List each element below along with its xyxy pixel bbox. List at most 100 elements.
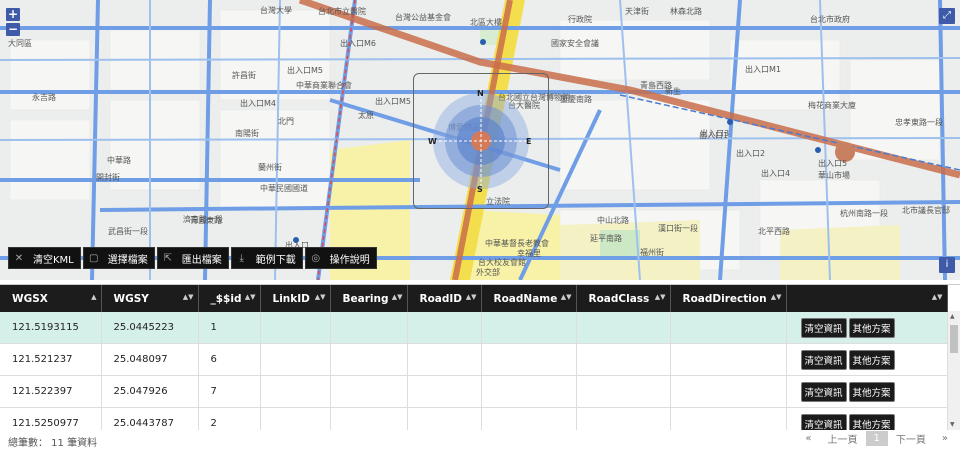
fullscreen-icon[interactable]: ⤢ [939,8,955,24]
table-cell: 25.0445223 [101,312,199,344]
data-grid: WGSX ▲ WGSY ▲▼ _$$id ▲▼ LinkID ▲▼ Bearing ▲▼ … [0,284,960,430]
map-label: 青島西路 [640,81,672,90]
map-label: 出入口1 [699,131,729,140]
sort-icon: ▲▼ [770,293,782,301]
table-row[interactable]: 121.5250977 25.0443787 2 清空資訊 其他方案 [0,407,948,430]
total-count: 總筆數： 11 筆資料 [8,438,98,449]
map-label: 梅花商業大廈 [808,101,856,110]
column-header-roadid[interactable]: RoadID ▲▼ [407,285,482,312]
table-row[interactable]: 121.5193115 25.0445223 1 清空資訊 其他方案 [0,312,948,344]
clear-info-button[interactable]: 清空資訊 [800,413,847,430]
map-label: 台北市立醫院 [318,7,366,16]
map-view[interactable]: 台灣大學 台北市立醫院 台灣公益基金會 北區大樓 出入口M6 出入口M5 出入口M4 行政院國… [0,0,960,280]
info-icon[interactable]: i [939,257,955,273]
table-row[interactable]: 121.522397 25.047926 7 清空資訊 其他方案 [0,375,948,408]
clear-info-button[interactable]: 清空資訊 [800,349,847,370]
last-page-button[interactable]: » [934,433,956,444]
sample-download-button[interactable]: ⤓ 範例下載 [230,247,303,269]
column-header-linkid[interactable]: LinkID ▲▼ [260,285,331,312]
scroll-up-icon[interactable]: ▲ [950,313,955,320]
choose-file-button[interactable]: ▢ 選擇檔案 [82,247,155,269]
table-row[interactable]: 121.521237 25.048097 6 清空資訊 其他方案 [0,343,948,376]
map-label: 中山北路 [597,216,629,225]
table-cell [576,375,671,408]
map-label: 華山市場 [818,171,850,180]
map-label: 武昌街一段 [108,227,148,236]
table-cell [330,343,408,376]
map-label: 外交部 [476,268,500,277]
help-button[interactable]: ◎ 操作說明 [304,247,377,269]
map-label: 北市議長官邸 [902,206,950,215]
table-cell: 121.5193115 [0,312,102,344]
table-cell [481,343,577,376]
column-header-id[interactable]: _$$id ▲▼ [198,285,261,312]
map-label: 中華商業聯合會 [296,81,352,90]
clear-info-button[interactable]: 清空資訊 [800,381,847,402]
other-plan-button[interactable]: 其他方案 [848,413,895,430]
table-cell [576,343,671,376]
compass-rose-icon: N S E W [428,89,533,194]
sort-icon: ▲▼ [182,293,194,301]
column-header-roaddirection[interactable]: RoadDirection ▲▼ [670,285,787,312]
table-cell [260,407,331,430]
other-plan-button[interactable]: 其他方案 [848,317,895,338]
map-label: 天津街 [625,7,649,16]
map-label: 福州街 [640,248,664,257]
prev-page-button[interactable]: 上一頁 [820,431,866,446]
scroll-down-icon[interactable]: ▼ [950,421,955,428]
scrollbar-thumb[interactable] [950,325,958,353]
folder-icon: ▢ [89,252,99,264]
close-icon: ✕ [14,252,24,264]
vertical-scrollbar[interactable]: ▲ ▼ [948,311,960,430]
map-label: 杭州南路一段 [840,209,888,218]
clear-info-button[interactable]: 清空資訊 [800,317,847,338]
table-cell: 2 [198,407,261,430]
clear-kml-button[interactable]: ✕ 清空KML [8,247,81,269]
table-cell: 121.522397 [0,375,102,408]
sort-icon: ▲▼ [314,293,326,301]
table-cell: 1 [198,312,261,344]
row-actions: 清空資訊 其他方案 [786,343,948,376]
column-header-roadclass[interactable]: RoadClass ▲▼ [576,285,671,312]
map-label: 台灣公益基金會 [395,13,451,22]
map-label: 延平南路 [590,234,622,243]
table-cell [407,343,482,376]
map-label: 許昌街 [232,71,256,80]
column-header-actions[interactable]: ▲▼ [786,285,948,312]
zoom-out-button[interactable]: − [6,23,20,36]
table-cell: 25.048097 [101,343,199,376]
column-header-wgsx[interactable]: WGSX ▲ [0,285,102,312]
data-table: WGSX ▲ WGSY ▲▼ _$$id ▲▼ LinkID ▲▼ Bearing ▲▼ … [0,285,948,430]
map-label: 幸福里 [517,249,541,258]
compass-widget[interactable]: N S E W [413,73,549,209]
sort-asc-icon: ▲ [91,293,97,301]
current-page[interactable]: 1 [865,431,888,446]
map-label: 北區大樓 [470,18,502,27]
map-label: 蘭州街 [258,163,282,172]
next-page-button[interactable]: 下一頁 [888,431,934,446]
map-label: 出入口M5 [287,66,323,75]
table-cell [576,312,671,344]
table-cell [670,407,787,430]
table-cell [407,375,482,408]
column-header-wgsy[interactable]: WGSY ▲▼ [101,285,199,312]
column-header-roadname[interactable]: RoadName ▲▼ [481,285,577,312]
map-label: 出入口5 [818,159,848,168]
map-label: 行政院 [568,15,592,24]
first-page-button[interactable]: « [797,433,819,444]
other-plan-button[interactable]: 其他方案 [848,381,895,402]
sort-icon: ▲▼ [931,293,943,301]
zoom-in-button[interactable]: + [6,8,20,21]
map-label: 台灣大學 [260,6,292,15]
table-cell [407,312,482,344]
map-toolbar: ✕ 清空KML ▢ 選擇檔案 ⇱ 匯出檔案 ⤓ 範例下載 ◎ 操作說明 [8,247,377,269]
table-cell [330,407,408,430]
export-icon: ⇱ [163,252,172,264]
table-cell: 25.0443787 [101,407,199,430]
export-file-button[interactable]: ⇱ 匯出檔案 [156,247,229,269]
column-header-bearing[interactable]: Bearing ▲▼ [330,285,408,312]
sort-icon: ▲▼ [654,293,666,301]
map-label: 大同區 [8,39,32,48]
grid-footer: 總筆數： 11 筆資料 « 上一頁 1 下一頁 » [0,429,960,450]
other-plan-button[interactable]: 其他方案 [848,349,895,370]
